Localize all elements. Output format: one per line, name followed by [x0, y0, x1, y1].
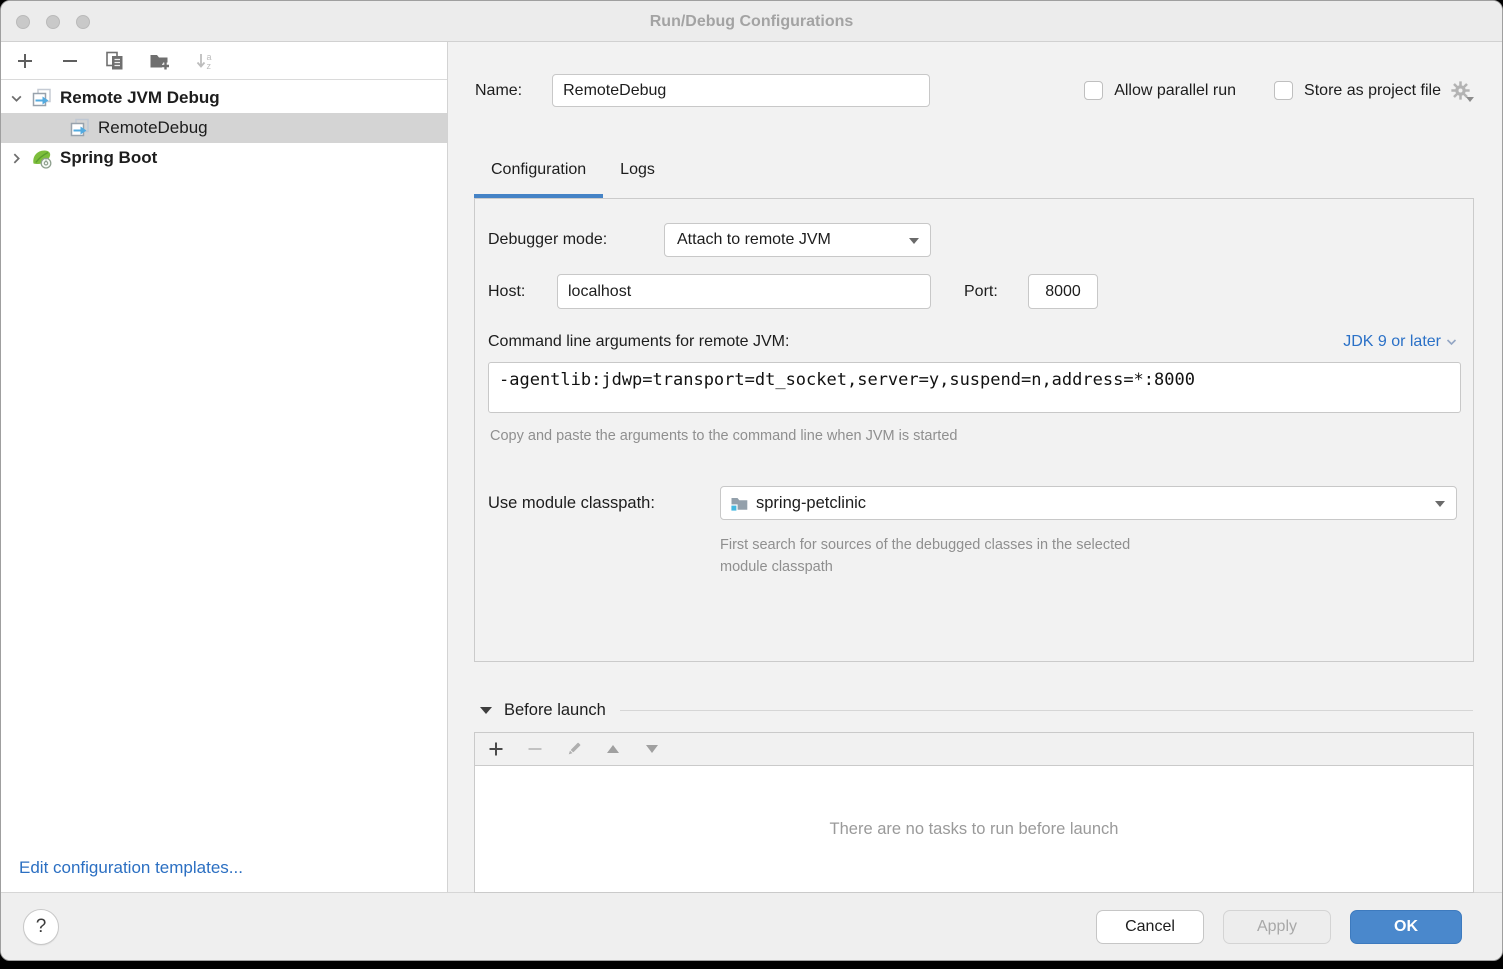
- run-debug-configurations-dialog: Run/Debug Configurations az: [0, 0, 1503, 961]
- zoom-window-button[interactable]: [76, 15, 90, 29]
- before-launch-divider: [620, 710, 1473, 711]
- configuration-panel: Debugger mode: Attach to remote JVM Host…: [474, 198, 1474, 662]
- add-configuration-icon[interactable]: [14, 51, 36, 71]
- remove-task-icon[interactable]: [526, 740, 544, 758]
- editor-tabs: Configuration Logs: [474, 161, 672, 198]
- minimize-window-button[interactable]: [46, 15, 60, 29]
- debugger-mode-label: Debugger mode:: [488, 231, 607, 249]
- tab-configuration[interactable]: Configuration: [474, 161, 603, 198]
- remote-debug-icon: [31, 88, 53, 108]
- move-down-icon[interactable]: [643, 740, 661, 758]
- store-as-project-file-group: Store as project file: [1274, 80, 1472, 102]
- ok-button[interactable]: OK: [1350, 910, 1462, 944]
- before-launch-toolbar: [474, 732, 1474, 766]
- configurations-tree: Remote JVM Debug RemoteDebug: [1, 80, 447, 173]
- remove-configuration-icon[interactable]: [59, 51, 81, 71]
- debugger-mode-select[interactable]: Attach to remote JVM: [664, 223, 931, 257]
- copy-configuration-icon[interactable]: [104, 51, 126, 71]
- tree-item-label: Spring Boot: [60, 148, 157, 168]
- debugger-mode-value: Attach to remote JVM: [677, 231, 831, 249]
- cancel-button[interactable]: Cancel: [1096, 910, 1204, 944]
- tree-item-spring-boot[interactable]: Spring Boot: [1, 143, 447, 173]
- dropdown-arrow-icon: [1435, 501, 1445, 507]
- port-input[interactable]: [1028, 274, 1098, 309]
- store-as-project-file-label[interactable]: Store as project file: [1304, 82, 1441, 100]
- module-classpath-value: spring-petclinic: [756, 494, 866, 513]
- jdk-version-selector[interactable]: JDK 9 or later: [1343, 333, 1457, 351]
- remote-debug-icon: [69, 118, 91, 138]
- name-label: Name:: [475, 82, 522, 100]
- before-launch-collapse-icon[interactable]: [480, 707, 492, 714]
- command-line-arguments-field[interactable]: -agentlib:jdwp=transport=dt_socket,serve…: [488, 362, 1461, 413]
- before-launch-empty-message: There are no tasks to run before launch: [830, 820, 1119, 839]
- new-folder-icon[interactable]: [149, 51, 171, 71]
- chevron-right-icon[interactable]: [1, 152, 31, 165]
- tree-item-label: Remote JVM Debug: [60, 88, 220, 108]
- chevron-down-icon[interactable]: [1, 92, 31, 105]
- before-launch-title: Before launch: [504, 701, 606, 720]
- module-icon: [730, 494, 748, 512]
- port-label: Port:: [964, 283, 998, 301]
- titlebar: Run/Debug Configurations: [1, 1, 1502, 42]
- module-classpath-hint-line2: module classpath: [720, 556, 833, 578]
- sidebar-toolbar: az: [1, 42, 447, 80]
- dialog-footer: ? Cancel Apply OK: [1, 892, 1502, 960]
- command-line-hint: Copy and paste the arguments to the comm…: [490, 425, 957, 447]
- host-input[interactable]: [557, 274, 931, 309]
- edit-task-icon[interactable]: [565, 740, 583, 758]
- jdk-version-label: JDK 9 or later: [1343, 333, 1441, 351]
- chevron-down-icon: [1446, 338, 1457, 346]
- allow-parallel-run-group: Allow parallel run: [1084, 81, 1236, 100]
- move-up-icon[interactable]: [604, 740, 622, 758]
- help-button[interactable]: ?: [23, 909, 59, 945]
- module-classpath-select[interactable]: spring-petclinic: [720, 486, 1457, 520]
- store-settings-gear-icon[interactable]: [1450, 80, 1472, 102]
- name-input[interactable]: [552, 74, 930, 107]
- apply-button[interactable]: Apply: [1223, 910, 1331, 944]
- tree-item-label: RemoteDebug: [98, 118, 208, 138]
- configuration-editor: Name: Allow parallel run Store as projec…: [448, 42, 1502, 892]
- close-window-button[interactable]: [16, 15, 30, 29]
- configurations-sidebar: az Remote JVM Debug: [1, 42, 448, 892]
- gear-dropdown-caret: [1466, 97, 1474, 102]
- sort-configurations-icon[interactable]: az: [194, 51, 216, 71]
- use-module-classpath-label: Use module classpath:: [488, 494, 655, 513]
- traffic-lights: [16, 15, 90, 29]
- add-task-icon[interactable]: [487, 740, 505, 758]
- before-launch-header: Before launch: [474, 699, 1473, 721]
- tree-item-remotedebug-selected[interactable]: RemoteDebug: [1, 113, 447, 143]
- command-line-arguments-label: Command line arguments for remote JVM:: [488, 333, 789, 351]
- host-label: Host:: [488, 283, 525, 301]
- svg-text:z: z: [207, 61, 212, 71]
- spring-boot-icon: [31, 148, 53, 168]
- dialog-title: Run/Debug Configurations: [1, 1, 1502, 42]
- tree-item-remote-jvm-debug[interactable]: Remote JVM Debug: [1, 83, 447, 113]
- dropdown-arrow-icon: [909, 238, 919, 244]
- module-classpath-hint-line1: First search for sources of the debugged…: [720, 534, 1130, 556]
- before-launch-task-list[interactable]: There are no tasks to run before launch: [474, 766, 1474, 893]
- tab-logs[interactable]: Logs: [603, 161, 672, 198]
- allow-parallel-run-checkbox[interactable]: [1084, 81, 1103, 100]
- allow-parallel-run-label[interactable]: Allow parallel run: [1114, 82, 1236, 100]
- edit-configuration-templates-link[interactable]: Edit configuration templates...: [19, 858, 243, 878]
- store-as-project-file-checkbox[interactable]: [1274, 81, 1293, 100]
